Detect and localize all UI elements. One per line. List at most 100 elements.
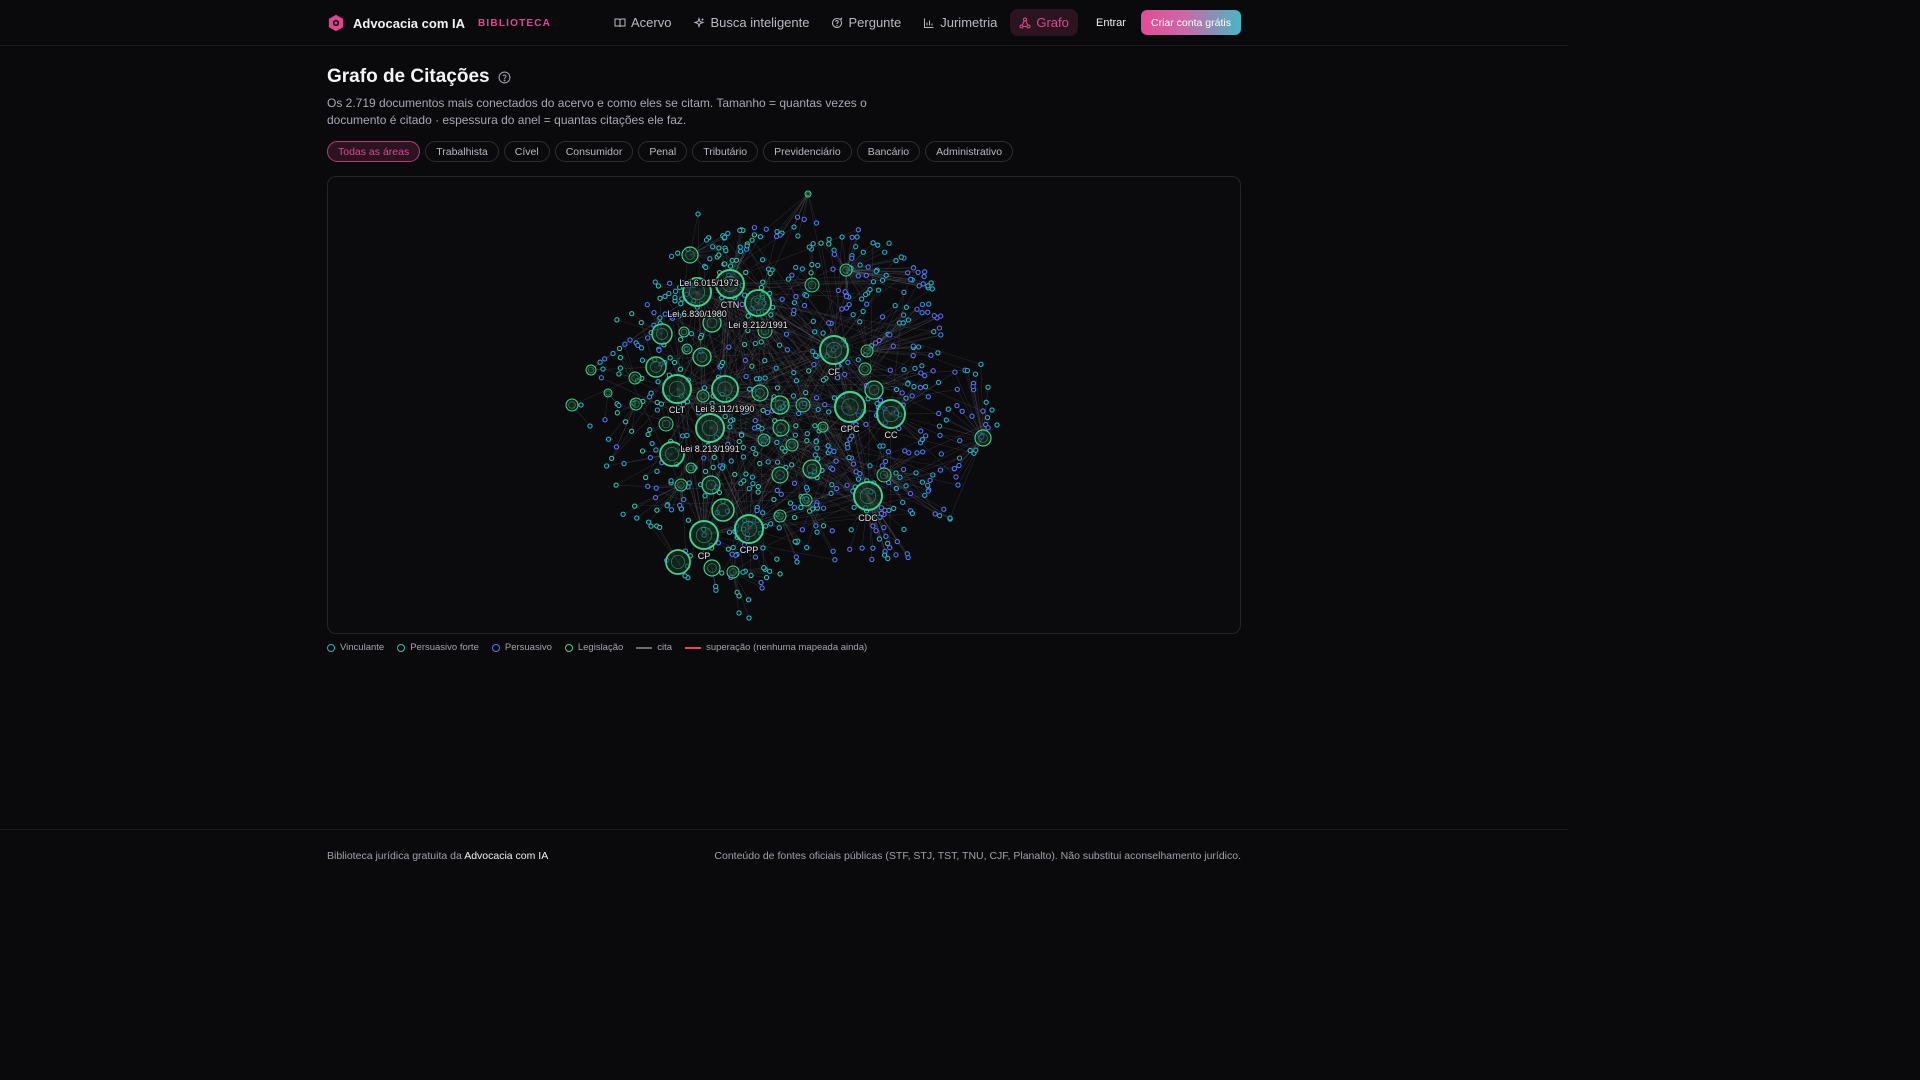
document-node[interactable] [729,551,735,557]
document-node[interactable] [667,355,673,361]
document-node[interactable] [812,329,818,335]
document-node[interactable] [621,460,627,467]
document-node[interactable] [726,529,733,535]
document-node[interactable] [925,309,931,315]
document-node[interactable] [736,438,742,445]
document-node[interactable] [716,252,722,258]
document-node[interactable] [768,521,774,527]
document-node[interactable] [804,438,810,444]
document-node[interactable] [936,410,942,417]
document-node[interactable] [901,366,907,373]
document-node[interactable] [855,273,861,279]
legislation-hub-node[interactable] [703,559,721,577]
document-node[interactable] [820,377,827,383]
document-node[interactable] [639,357,646,363]
document-node[interactable] [778,491,784,497]
document-node[interactable] [678,300,684,307]
document-node[interactable] [719,570,725,576]
document-node[interactable] [662,293,668,300]
document-node[interactable] [863,272,869,279]
document-node[interactable] [638,319,644,326]
legislation-hub-node[interactable] [770,395,790,415]
document-node[interactable] [737,244,743,250]
document-node[interactable] [597,359,603,365]
document-node[interactable] [907,490,914,497]
document-node[interactable] [917,384,924,391]
legislation-hub-node[interactable] [772,419,790,437]
document-node[interactable] [654,399,660,406]
chip-previdenciario[interactable]: Previdenciário [763,141,852,162]
document-node[interactable] [688,331,695,337]
help-circle-icon[interactable] [498,71,511,84]
legislation-hub-node[interactable] [726,565,740,579]
document-node[interactable] [695,211,701,217]
document-node[interactable] [701,385,708,391]
document-node[interactable] [959,408,965,414]
document-node[interactable] [945,406,951,412]
document-node[interactable] [956,455,963,461]
document-node[interactable] [835,287,841,294]
document-node[interactable] [774,459,781,465]
document-node[interactable] [813,523,819,529]
legislation-hub-node[interactable] [795,397,811,413]
document-node[interactable] [905,381,911,387]
document-node[interactable] [746,615,752,621]
document-node[interactable] [969,413,975,419]
document-node[interactable] [798,504,804,511]
legislation-hub-node[interactable] [773,509,787,523]
document-node[interactable] [761,565,767,571]
document-node[interactable] [815,456,821,462]
document-node[interactable] [914,450,920,456]
document-node[interactable] [634,515,640,521]
document-node[interactable] [815,406,821,413]
document-node[interactable] [909,393,915,399]
legislation-hub-node[interactable] [864,380,884,400]
document-node[interactable] [773,365,779,371]
document-node[interactable] [924,482,931,488]
document-node[interactable] [894,538,900,545]
document-node[interactable] [911,383,917,390]
document-node[interactable] [757,234,764,240]
legislation-hub-node[interactable] [695,413,725,443]
document-node[interactable] [952,369,958,375]
document-node[interactable] [880,443,886,449]
document-node[interactable] [804,431,810,437]
document-node[interactable] [930,368,936,374]
document-node[interactable] [820,330,826,336]
document-node[interactable] [830,548,836,554]
document-node[interactable] [900,312,907,318]
document-node[interactable] [758,579,764,586]
legislation-hub-node[interactable] [974,429,992,447]
document-node[interactable] [903,483,909,489]
legislation-hub-node[interactable] [711,375,739,403]
document-node[interactable] [732,471,738,478]
document-node[interactable] [794,559,800,565]
document-node[interactable] [749,363,755,369]
legislation-hub-node[interactable] [689,520,719,550]
document-node[interactable] [886,240,892,246]
chip-consumidor[interactable]: Consumidor [554,141,634,162]
chip-trabalhista[interactable]: Trabalhista [425,141,499,162]
document-node[interactable] [760,279,766,285]
document-node[interactable] [844,482,850,488]
document-node[interactable] [788,462,795,468]
document-node[interactable] [964,367,971,374]
document-node[interactable] [926,301,932,307]
document-node[interactable] [760,407,766,414]
document-node[interactable] [672,294,678,301]
document-node[interactable] [777,571,783,577]
document-node[interactable] [953,474,959,480]
document-node[interactable] [857,470,863,477]
document-node[interactable] [938,332,944,338]
document-node[interactable] [883,272,889,278]
document-node[interactable] [762,357,768,364]
legislation-hub-node[interactable] [876,399,906,429]
document-node[interactable] [741,478,747,484]
document-node[interactable] [774,385,781,391]
document-node[interactable] [928,352,934,358]
document-node[interactable] [905,317,912,323]
document-node[interactable] [875,287,882,293]
document-node[interactable] [863,421,869,428]
document-node[interactable] [750,480,756,487]
legislation-hub-node[interactable] [802,459,822,479]
